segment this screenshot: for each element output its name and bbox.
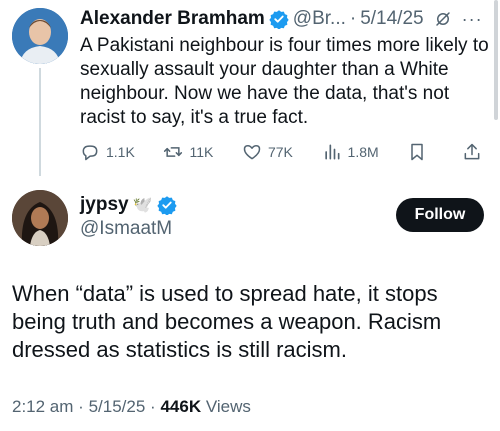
verified-icon — [269, 10, 289, 29]
parent-tweet-text: A Pakistani neighbour is four times more… — [80, 35, 489, 128]
reply-icon — [82, 145, 98, 161]
reply-views-label: Views — [205, 397, 251, 416]
parent-tweet[interactable]: Alexander Bramham @Br... · 5/14/25 ··· A… — [0, 0, 500, 180]
parent-avatar[interactable] — [12, 8, 68, 64]
reply-button[interactable]: 1.1K — [80, 142, 135, 162]
reply-handle[interactable]: @IsmaatM — [80, 218, 172, 240]
header-separator: · — [349, 8, 357, 29]
reply-tweet-text: When “data” is used to spread hate, it s… — [12, 281, 442, 362]
parent-date[interactable]: 5/14/25 — [360, 8, 423, 30]
reply-author-name[interactable]: jypsy — [80, 194, 129, 216]
reply-views-count: 446K — [160, 397, 202, 416]
views-button[interactable]: 1.8M — [322, 142, 379, 162]
bookmark-button[interactable] — [407, 142, 433, 162]
reply-tweet-header: jypsy 🕊️ @IsmaatM Follow — [0, 188, 500, 252]
reply-count: 1.1K — [106, 144, 135, 160]
meta-separator: · — [78, 397, 84, 416]
parent-handle[interactable]: @Br... — [293, 8, 346, 30]
meta-separator: · — [150, 397, 156, 416]
verified-icon — [156, 196, 177, 215]
like-icon — [243, 145, 261, 160]
reply-avatar[interactable] — [12, 190, 68, 246]
like-count: 77K — [267, 144, 293, 160]
follow-button[interactable]: Follow — [396, 198, 484, 232]
parent-tweet-header: Alexander Bramham @Br... · 5/14/25 ··· — [80, 6, 492, 32]
parent-action-bar: 1.1K 11K 77K 1.8M — [80, 139, 488, 165]
thread-connector-line — [39, 68, 41, 176]
share-icon — [464, 143, 480, 160]
parent-author-name[interactable]: Alexander Bramham — [80, 8, 265, 30]
views-icon — [324, 144, 340, 160]
more-icon[interactable]: ··· — [462, 9, 483, 30]
grok-icon[interactable] — [434, 10, 452, 28]
views-count: 1.8M — [347, 144, 379, 160]
share-button[interactable] — [462, 142, 488, 162]
reply-name-row: jypsy 🕊️ — [80, 194, 177, 216]
repost-count: 11K — [189, 144, 214, 160]
scrollbar[interactable] — [494, 0, 498, 120]
bookmark-icon — [411, 143, 424, 161]
dove-emoji: 🕊️ — [132, 197, 153, 214]
reply-date[interactable]: 5/15/25 — [89, 397, 146, 416]
reply-meta-row: 2:12 am · 5/15/25 · 446K Views — [12, 397, 251, 417]
repost-icon — [164, 147, 183, 157]
like-button[interactable]: 77K — [242, 142, 293, 162]
repost-button[interactable]: 11K — [163, 142, 213, 162]
reply-time[interactable]: 2:12 am — [12, 397, 73, 416]
